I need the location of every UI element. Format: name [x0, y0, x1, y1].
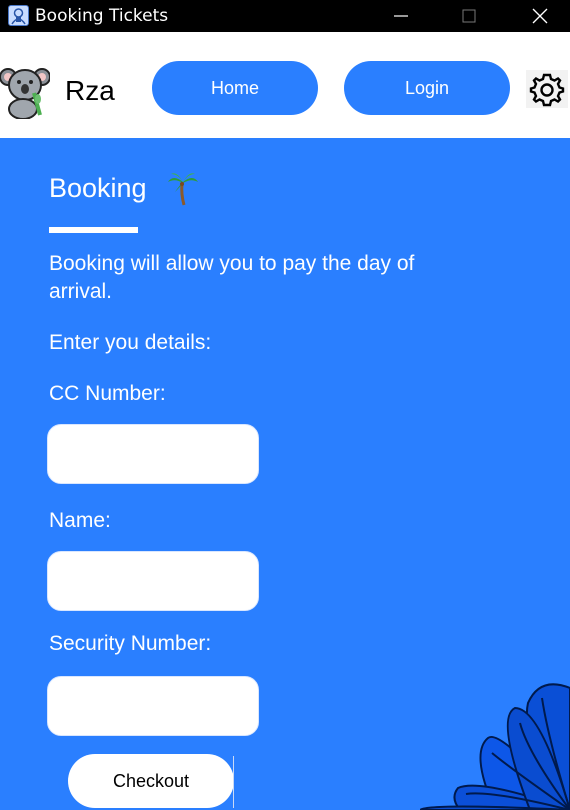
- home-button[interactable]: Home: [152, 61, 318, 115]
- heading-row: Booking: [49, 171, 199, 206]
- security-number-field[interactable]: [47, 676, 259, 736]
- app-icon: [8, 5, 29, 26]
- brand-name: Rza: [65, 75, 115, 106]
- header: Rza Home Login: [0, 32, 570, 138]
- divider: [233, 756, 234, 808]
- details-prompt: Enter you details:: [49, 331, 212, 354]
- name-field[interactable]: [47, 551, 259, 611]
- login-button[interactable]: Login: [344, 61, 510, 115]
- cc-number-field[interactable]: [47, 424, 259, 484]
- maximize-button[interactable]: [446, 0, 492, 32]
- minimize-button[interactable]: [378, 0, 424, 32]
- close-icon: [532, 8, 548, 24]
- booking-panel: Booking Booking will allow you to pay th…: [0, 138, 570, 810]
- name-label: Name:: [49, 509, 111, 532]
- palm-tree-icon: [167, 173, 198, 206]
- cc-number-label: CC Number:: [49, 382, 166, 405]
- minimize-icon: [394, 15, 408, 17]
- koala-icon: [0, 68, 50, 119]
- gear-icon: [529, 73, 565, 107]
- settings-button[interactable]: [526, 70, 568, 108]
- security-number-label: Security Number:: [49, 632, 212, 655]
- leaf-decoration-icon: [420, 683, 570, 810]
- checkout-button[interactable]: Checkout: [68, 754, 234, 808]
- maximize-icon: [462, 9, 476, 23]
- close-button[interactable]: [517, 0, 563, 32]
- intro-text: Booking will allow you to pay the day of…: [49, 252, 415, 303]
- title-bar: Booking Tickets: [0, 0, 570, 32]
- heading-underline: [49, 227, 138, 233]
- page-title: Booking: [49, 172, 147, 203]
- window-title: Booking Tickets: [35, 6, 169, 26]
